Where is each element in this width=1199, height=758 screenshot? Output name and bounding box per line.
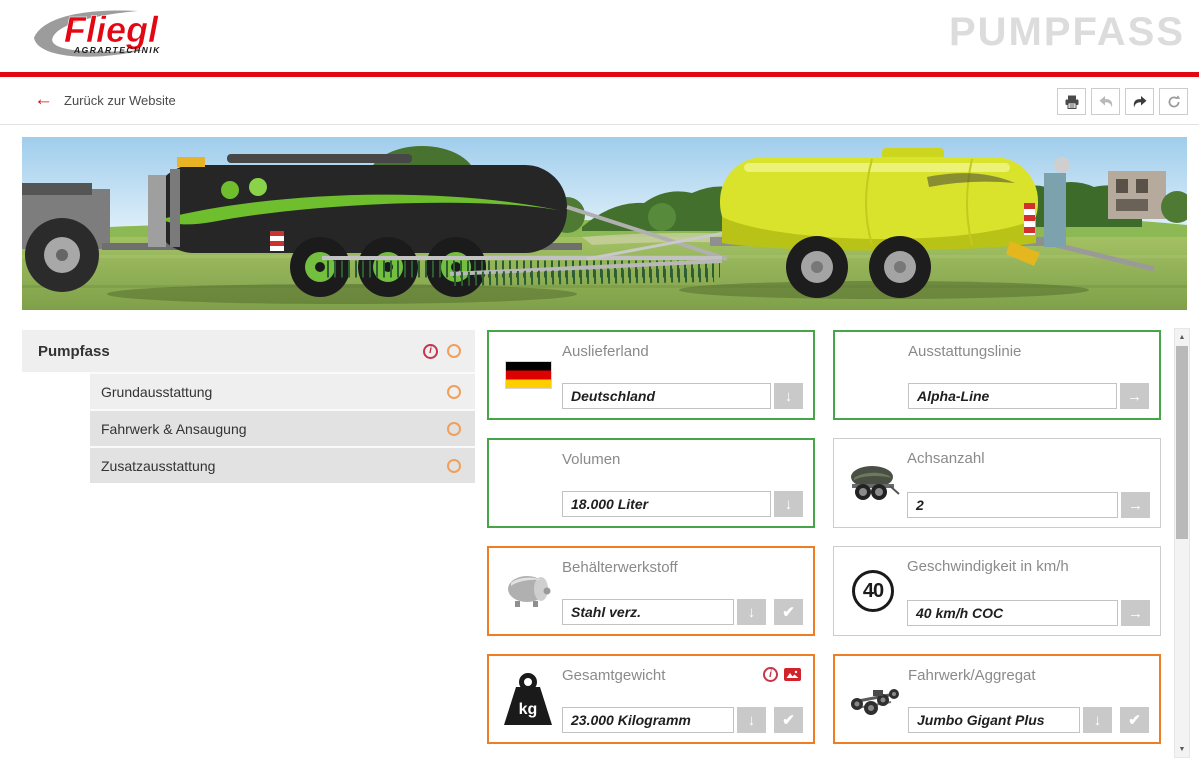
- refresh-icon: [1166, 94, 1182, 110]
- vertical-scrollbar[interactable]: ▲ ▼: [1174, 328, 1190, 758]
- toolbar-buttons: [1057, 88, 1188, 115]
- hero-product-image: [22, 137, 1187, 310]
- next-arrow-icon[interactable]: →: [1120, 383, 1149, 409]
- german-flag-icon: [505, 361, 552, 389]
- category-sidebar: Pumpfass i Grundausstattung Fahrwerk & A…: [22, 330, 475, 483]
- redo-button[interactable]: [1125, 88, 1154, 115]
- sidebar-title: Pumpfass: [38, 343, 110, 360]
- card-fahrwerk-aggregat: Fahrwerk/Aggregat Jumbo Gigant Plus ↓ ✔: [833, 654, 1161, 744]
- print-button[interactable]: [1057, 88, 1086, 115]
- speed-sign-40-icon: 40: [852, 570, 894, 612]
- chassis-photo-icon: [847, 682, 901, 716]
- sidebar-item-label: Zusatzausstattung: [101, 458, 215, 474]
- scroll-down-button[interactable]: ▼: [1175, 742, 1189, 756]
- tank-photo-icon: [503, 571, 553, 611]
- configurator-page: Fliegl AGRARTECHNIK PUMPFASS ← Zurück zu…: [0, 0, 1199, 758]
- option-cards-grid: Auslieferland Deutschland ↓ Ausstattungs…: [487, 330, 1161, 744]
- kg-weight-icon: kg: [504, 673, 552, 725]
- card-achsanzahl: Achsanzahl 2 →: [833, 438, 1161, 528]
- redo-icon: [1132, 94, 1148, 110]
- sidebar-item-pumpfass[interactable]: Pumpfass i: [22, 330, 475, 372]
- card-auslieferland: Auslieferland Deutschland ↓: [487, 330, 815, 420]
- scroll-up-button[interactable]: ▲: [1175, 330, 1189, 344]
- status-ring-icon: [447, 459, 461, 473]
- info-icon[interactable]: i: [763, 667, 778, 682]
- next-arrow-icon[interactable]: →: [1121, 492, 1150, 518]
- card-label: Achsanzahl: [907, 450, 985, 467]
- print-icon: [1064, 94, 1080, 110]
- slurry-tankers-scene: [22, 137, 1187, 310]
- sidebar-item-label: Fahrwerk & Ansaugung: [101, 421, 247, 437]
- back-arrow-icon: ←: [34, 90, 53, 110]
- picture-icon[interactable]: [784, 668, 801, 681]
- toolbar: ← Zurück zur Website: [0, 77, 1199, 125]
- geschwindigkeit-select[interactable]: 40 km/h COC: [907, 600, 1118, 626]
- back-to-website-link[interactable]: ← Zurück zur Website: [34, 90, 176, 110]
- ausstattungslinie-select[interactable]: Alpha-Line: [908, 383, 1117, 409]
- logo-brand-text: Fliegl: [64, 9, 159, 50]
- sidebar-item-label: Grundausstattung: [101, 384, 212, 400]
- gesamtgewicht-select[interactable]: 23.000 Kilogramm: [562, 707, 734, 733]
- dropdown-arrow-icon[interactable]: ↓: [1083, 707, 1112, 733]
- status-ring-icon: [447, 422, 461, 436]
- card-geschwindigkeit: 40 Geschwindigkeit in km/h 40 km/h COC →: [833, 546, 1161, 636]
- fliegl-logo: Fliegl AGRARTECHNIK: [26, 6, 206, 66]
- page-title: PUMPFASS: [949, 10, 1185, 55]
- achsanzahl-select[interactable]: 2: [907, 492, 1118, 518]
- confirm-check-icon[interactable]: ✔: [1120, 707, 1149, 733]
- dropdown-arrow-icon[interactable]: ↓: [774, 383, 803, 409]
- card-gesamtgewicht: kg Gesamtgewicht i 23.000 Kilogramm ↓ ✔: [487, 654, 815, 744]
- card-label: Ausstattungslinie: [908, 343, 1021, 360]
- tanker-photo-icon: [846, 462, 900, 504]
- card-label: Fahrwerk/Aggregat: [908, 667, 1036, 684]
- card-label: Behälterwerkstoff: [562, 559, 678, 576]
- dropdown-arrow-icon[interactable]: ↓: [774, 491, 803, 517]
- card-behaelterwerkstoff: Behälterwerkstoff Stahl verz. ↓ ✔: [487, 546, 815, 636]
- confirm-check-icon[interactable]: ✔: [774, 599, 803, 625]
- card-label: Volumen: [562, 451, 620, 468]
- status-ring-icon: [447, 344, 461, 358]
- header: Fliegl AGRARTECHNIK PUMPFASS: [0, 0, 1199, 72]
- sidebar-item-grundausstattung[interactable]: Grundausstattung: [90, 372, 475, 409]
- sidebar-item-zusatzausstattung[interactable]: Zusatzausstattung: [90, 446, 475, 483]
- dropdown-arrow-icon[interactable]: ↓: [737, 707, 766, 733]
- info-icon[interactable]: i: [423, 344, 438, 359]
- volumen-select[interactable]: 18.000 Liter: [562, 491, 771, 517]
- card-ausstattungslinie: Ausstattungslinie Alpha-Line →: [833, 330, 1161, 420]
- status-ring-icon: [447, 385, 461, 399]
- sidebar-item-fahrwerk-ansaugung[interactable]: Fahrwerk & Ansaugung: [90, 409, 475, 446]
- behaelterwerkstoff-select[interactable]: Stahl verz.: [562, 599, 734, 625]
- fahrwerk-aggregat-select[interactable]: Jumbo Gigant Plus: [908, 707, 1080, 733]
- logo-sub-text: AGRARTECHNIK: [73, 45, 161, 55]
- undo-button[interactable]: [1091, 88, 1120, 115]
- card-volumen: Volumen 18.000 Liter ↓: [487, 438, 815, 528]
- back-link-label: Zurück zur Website: [64, 93, 176, 108]
- confirm-check-icon[interactable]: ✔: [774, 707, 803, 733]
- card-label: Auslieferland: [562, 343, 649, 360]
- dropdown-arrow-icon[interactable]: ↓: [737, 599, 766, 625]
- undo-icon: [1098, 94, 1114, 110]
- scrollbar-thumb[interactable]: [1176, 346, 1188, 539]
- card-label: Geschwindigkeit in km/h: [907, 558, 1069, 575]
- next-arrow-icon[interactable]: →: [1121, 600, 1150, 626]
- card-label: Gesamtgewicht: [562, 667, 665, 684]
- refresh-button[interactable]: [1159, 88, 1188, 115]
- auslieferland-select[interactable]: Deutschland: [562, 383, 771, 409]
